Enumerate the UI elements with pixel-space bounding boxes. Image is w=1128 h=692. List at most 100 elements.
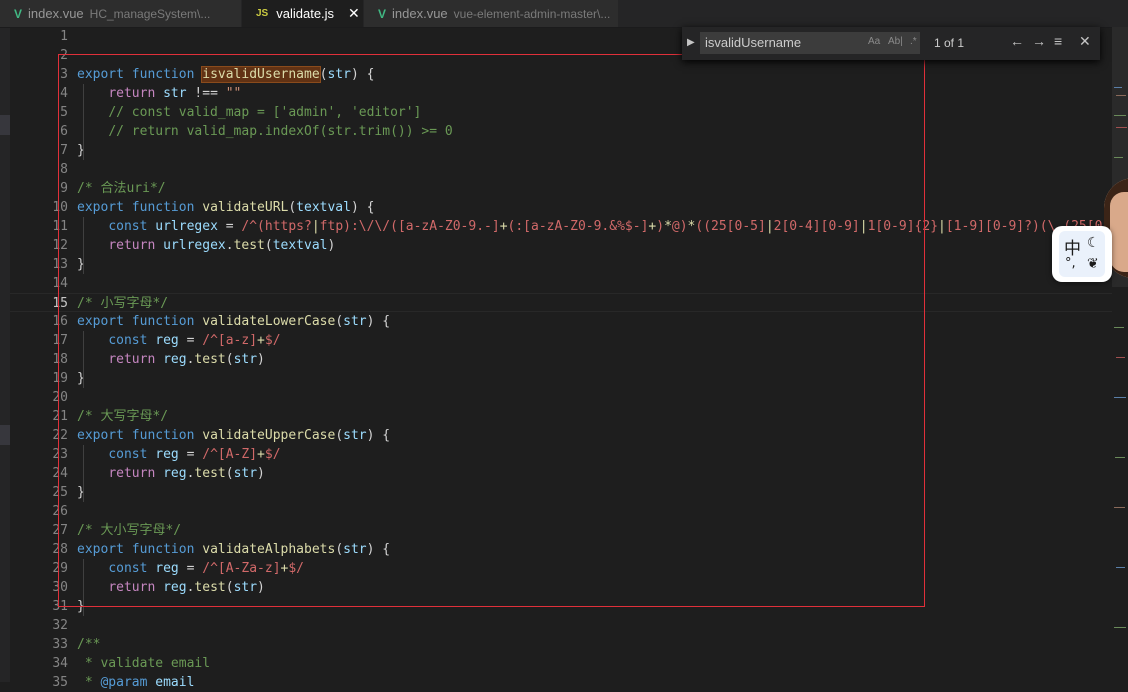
tab-index-vue-hc[interactable]: V index.vue HC_manageSystem\... [0, 0, 242, 27]
code-token: urlregex [155, 219, 218, 234]
code-line[interactable]: 8 [10, 160, 1112, 179]
line-number: 33 [52, 637, 68, 652]
code-token: ) [257, 580, 265, 595]
indent-guide [83, 331, 84, 388]
code-token: str [233, 580, 258, 595]
line-number: 32 [52, 618, 68, 633]
code-token: str [343, 314, 367, 329]
code-line[interactable]: 22 export function validateUpperCase(str)… [10, 426, 1112, 445]
butterfly-icon[interactable]: ❦ [1087, 256, 1099, 272]
code-token: $/ [288, 561, 305, 576]
line-number: 29 [52, 561, 68, 576]
code-token: function [131, 428, 195, 443]
find-input[interactable] [700, 32, 920, 54]
code-line[interactable]: 25} [10, 483, 1112, 502]
previous-match-icon[interactable]: ← [1010, 33, 1024, 49]
code-line[interactable]: 7} [10, 141, 1112, 160]
code-line[interactable]: 34 * validate email [10, 654, 1112, 673]
code-token: $/ [264, 447, 281, 462]
code-line[interactable]: 16 export function validateLowerCase(str)… [10, 312, 1112, 331]
code-line[interactable]: 23 const reg = /^[A-Z]+$/ [10, 445, 1112, 464]
line-number: 8 [60, 162, 68, 177]
minimap[interactable] [1112, 27, 1128, 682]
indent-guide [83, 84, 84, 160]
js-file-icon: JS [256, 8, 269, 19]
code-line[interactable]: 29 const reg = /^[A-Za-z]+$/ [10, 559, 1112, 578]
code-line[interactable]: 33 /** [10, 635, 1112, 654]
next-match-icon[interactable]: → [1032, 33, 1046, 49]
code-token: ( [335, 542, 344, 557]
code-token: /^[A-Z] [202, 447, 258, 462]
close-icon[interactable]: ✕ [348, 5, 360, 22]
code-token: textval [296, 200, 351, 215]
indent-guide [83, 445, 84, 502]
code-line[interactable]: 27 /* 大小写字母*/ [10, 521, 1112, 540]
code-line[interactable]: 13} [10, 255, 1112, 274]
code-line[interactable]: 6 // return valid_map.indexOf(str.trim()… [10, 122, 1112, 141]
line-code: /** [77, 635, 100, 654]
regex-icon[interactable]: .* [910, 36, 917, 47]
whole-word-icon[interactable]: Ab| [888, 36, 903, 47]
line-code: return reg.test(str) [77, 464, 265, 483]
code-line[interactable]: 11 const urlregex = /^(https?|ftp):\/\/(… [10, 217, 1126, 236]
code-token: const [108, 447, 148, 462]
line-code: const reg = /^[a-z]+$/ [77, 331, 280, 350]
code-line[interactable]: 30 return reg.test(str) [10, 578, 1112, 597]
moon-icon[interactable]: ☾ [1087, 235, 1100, 251]
ime-toolbar[interactable]: 中 ☾ °, ❦ [1052, 226, 1112, 282]
code-line[interactable]: 15 /* 小写字母*/ [10, 293, 1112, 312]
code-line[interactable]: 9 /* 合法uri*/ [10, 179, 1112, 198]
line-number: 5 [60, 105, 68, 120]
code-editor[interactable]: 1 2 3 export function isvalidUsername(str) … [10, 27, 1126, 690]
line-code: export function validateLowerCase(str) { [77, 312, 390, 331]
code-line[interactable]: 31} [10, 597, 1112, 616]
code-token: function [131, 314, 195, 329]
toggle-replace-icon[interactable]: ▶ [687, 37, 695, 48]
strip-marker [0, 425, 10, 445]
code-line[interactable]: 14 [10, 274, 1112, 293]
find-in-selection-icon[interactable]: ≡ [1054, 33, 1062, 49]
match-case-icon[interactable]: Aa [868, 36, 880, 47]
code-token: ) [257, 352, 265, 367]
code-line[interactable]: 26 [10, 502, 1112, 521]
code-line[interactable]: 4 return str !== "" [10, 84, 1112, 103]
line-code: // const valid_map = ['admin', 'editor'] [77, 103, 421, 122]
code-line[interactable]: 28 export function validateAlphabets(str)… [10, 540, 1112, 559]
code-token: | [938, 219, 946, 234]
tab-index-vue-admin[interactable]: V index.vue vue-element-admin-master\... [364, 0, 619, 27]
code-line[interactable]: 3 export function isvalidUsername(str) { [10, 65, 1112, 84]
line-number: 13 [52, 257, 68, 272]
code-line[interactable]: 17 const reg = /^[a-z]+$/ [10, 331, 1112, 350]
code-token: ) { [366, 314, 391, 329]
code-token: | [311, 219, 320, 234]
code-line[interactable]: 10 export function validateURL(textval) { [10, 198, 1112, 217]
tab-validate-js[interactable]: JS validate.js ✕ [242, 0, 364, 27]
code-token: textval [272, 238, 328, 253]
code-line[interactable]: 5 // const valid_map = ['admin', 'editor… [10, 103, 1112, 122]
code-token: str [233, 352, 258, 367]
code-token: !== [186, 86, 226, 101]
close-icon[interactable]: ✕ [1079, 33, 1091, 50]
code-line[interactable]: 32 [10, 616, 1112, 635]
code-token: "" [225, 86, 242, 101]
code-token: str [233, 466, 258, 481]
code-line[interactable]: 19} [10, 369, 1112, 388]
code-token: ) [327, 238, 336, 253]
code-line[interactable]: 20 [10, 388, 1112, 407]
code-token: * validate email [77, 656, 211, 671]
punctuation-icon[interactable]: °, [1065, 256, 1076, 271]
line-code: export function isvalidUsername(str) { [77, 65, 374, 84]
code-token: = [217, 219, 242, 234]
line-code: /* 大小写字母*/ [77, 521, 181, 540]
code-line[interactable]: 21 /* 大写字母*/ [10, 407, 1112, 426]
code-line[interactable]: 18 return reg.test(str) [10, 350, 1112, 369]
code-line[interactable]: 24 return reg.test(str) [10, 464, 1112, 483]
line-number: 14 [52, 276, 68, 291]
line-number: 1 [60, 29, 68, 44]
code-line[interactable]: 35 * @param email [10, 673, 1112, 692]
code-line[interactable]: 12 return urlregex.test(textval) [10, 236, 1112, 255]
